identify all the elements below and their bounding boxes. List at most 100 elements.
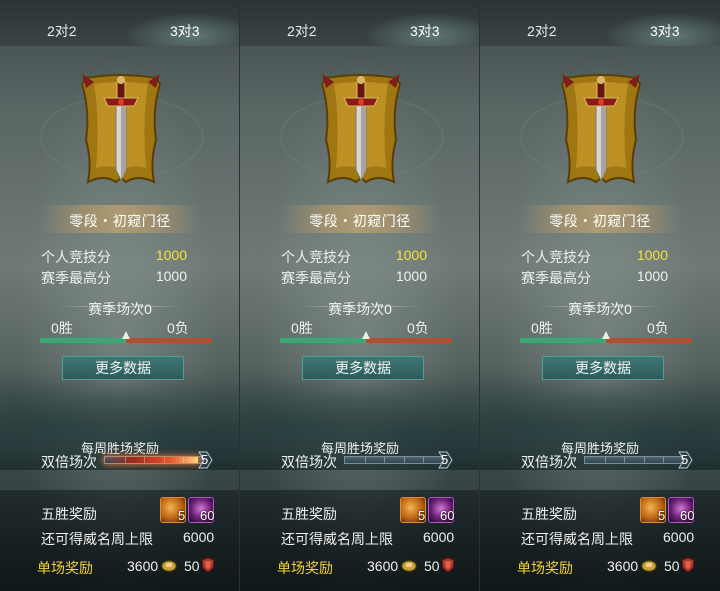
- double-matches-label: 双倍场次: [41, 454, 97, 470]
- progress-segment-divider: [604, 457, 606, 463]
- win-segment: [280, 338, 366, 343]
- personal-score-label: 个人竞技分: [521, 249, 591, 265]
- season-high-value: 1000: [395, 268, 427, 284]
- reward-item-count: 5: [418, 508, 426, 523]
- progress-segment-divider: [663, 457, 665, 463]
- tab-3v3[interactable]: 3对3: [410, 21, 440, 41]
- double-matches-progress: [584, 456, 684, 464]
- win-segment: [40, 338, 126, 343]
- win-segment: [520, 338, 606, 343]
- progress-segment-divider: [384, 457, 386, 463]
- double-matches-count: 5: [681, 452, 689, 467]
- tab-3v3[interactable]: 3对3: [170, 21, 200, 41]
- arena-panel: 2对2 3对3 零段・初窥门径 个人竞技分 1000 赛季最高分 1000 赛季…: [240, 0, 480, 591]
- tab-bar: 2对2 3对3: [0, 0, 239, 46]
- double-matches-progress: [344, 456, 444, 464]
- fame-cap-value: 6000: [423, 529, 455, 545]
- more-data-button[interactable]: 更多数据: [62, 356, 184, 380]
- season-high-value: 1000: [636, 268, 668, 284]
- personal-score-label: 个人竞技分: [281, 249, 351, 265]
- single-shield-value: 50: [184, 558, 200, 574]
- season-high-label: 赛季最高分: [41, 270, 111, 286]
- fame-cap-value: 6000: [183, 529, 215, 545]
- personal-score-value: 1000: [636, 247, 668, 263]
- single-match-reward-label: 单场奖励: [277, 560, 333, 576]
- rank-banner: 零段・初窥门径: [280, 205, 440, 233]
- rank-banner: 零段・初窥门径: [40, 205, 200, 233]
- rank-title: 零段・初窥门径: [69, 213, 171, 229]
- more-data-button[interactable]: 更多数据: [302, 356, 424, 380]
- wins-count: 0胜: [291, 320, 313, 336]
- season-high-label: 赛季最高分: [281, 270, 351, 286]
- sword-banner-icon: [560, 74, 642, 184]
- coin-pouch-icon: [401, 560, 417, 572]
- five-win-reward-label: 五胜奖励: [521, 506, 577, 522]
- tab-3v3[interactable]: 3对3: [650, 21, 680, 41]
- win-loss-bar: [520, 331, 692, 343]
- arena-panel: 2对2 3对3 零段・初窥门径 个人竞技分 1000 赛季最高分 1000 赛季…: [480, 0, 720, 591]
- double-matches-count: 5: [201, 452, 209, 467]
- five-win-reward-label: 五胜奖励: [281, 506, 337, 522]
- rank-title: 零段・初窥门径: [549, 213, 651, 229]
- fame-cap-label: 还可得威名周上限: [521, 531, 633, 547]
- progress-segment-divider: [124, 457, 126, 463]
- coin-pouch-icon: [641, 560, 657, 572]
- tab-2v2[interactable]: 2对2: [287, 21, 317, 41]
- win-loss-bar: [40, 331, 212, 343]
- season-high-value: 1000: [155, 268, 187, 284]
- coin-pouch-icon: [161, 560, 177, 572]
- double-matches-label: 双倍场次: [281, 454, 337, 470]
- progress-segment-divider: [144, 457, 146, 463]
- progress-segment-divider: [163, 457, 165, 463]
- progress-segment-divider: [643, 457, 645, 463]
- season-matches: 赛季场次0: [568, 301, 632, 317]
- loss-segment: [366, 338, 452, 343]
- more-data-button[interactable]: 更多数据: [542, 356, 664, 380]
- single-match-reward-label: 单场奖励: [517, 560, 573, 576]
- loss-segment: [126, 338, 212, 343]
- progress-segment-divider: [183, 457, 185, 463]
- personal-score-value: 1000: [155, 247, 187, 263]
- reward-item-count: 60: [200, 508, 215, 523]
- win-loss-bar: [280, 331, 452, 343]
- tab-bar: 2对2 3对3: [240, 0, 479, 46]
- rank-banner: 零段・初窥门径: [520, 205, 680, 233]
- fame-cap-value: 6000: [663, 529, 695, 545]
- reward-item-count: 60: [680, 508, 695, 523]
- arena-screen: 2对2 3对3 零段・初窥门径 个人竞技分 1000 赛季最高分 1000 赛季…: [0, 0, 720, 591]
- progress-segment-divider: [403, 457, 405, 463]
- shield-badge-icon: [441, 557, 455, 573]
- single-coin-value: 3600: [367, 558, 399, 574]
- season-high-label: 赛季最高分: [521, 270, 591, 286]
- single-shield-value: 50: [424, 558, 440, 574]
- win-loss-marker-icon: [362, 331, 370, 339]
- sword-banner-icon: [320, 74, 402, 184]
- shield-badge-icon: [201, 557, 215, 573]
- single-coin-value: 3600: [127, 558, 159, 574]
- tab-2v2[interactable]: 2对2: [47, 21, 77, 41]
- double-matches-count: 5: [441, 452, 449, 467]
- personal-score-label: 个人竞技分: [41, 249, 111, 265]
- progress-segment-divider: [624, 457, 626, 463]
- reward-item-count: 5: [178, 508, 186, 523]
- rank-title: 零段・初窥门径: [309, 213, 411, 229]
- wins-count: 0胜: [51, 320, 73, 336]
- tab-2v2[interactable]: 2对2: [527, 21, 557, 41]
- fame-cap-label: 还可得威名周上限: [41, 531, 153, 547]
- five-win-reward-label: 五胜奖励: [41, 506, 97, 522]
- win-loss-marker-icon: [602, 331, 610, 339]
- single-shield-value: 50: [664, 558, 680, 574]
- personal-score-value: 1000: [395, 247, 427, 263]
- losses-count: 0负: [647, 320, 669, 336]
- losses-count: 0负: [407, 320, 429, 336]
- losses-count: 0负: [167, 320, 189, 336]
- single-match-reward-label: 单场奖励: [37, 560, 93, 576]
- season-matches: 赛季场次0: [328, 301, 392, 317]
- wins-count: 0胜: [531, 320, 553, 336]
- arena-panel: 2对2 3对3 零段・初窥门径 个人竞技分 1000 赛季最高分 1000 赛季…: [0, 0, 240, 591]
- progress-segment-divider: [423, 457, 425, 463]
- reward-item-count: 60: [440, 508, 455, 523]
- tab-bar: 2对2 3对3: [480, 0, 720, 46]
- fame-cap-label: 还可得威名周上限: [281, 531, 393, 547]
- progress-segment-divider: [364, 457, 366, 463]
